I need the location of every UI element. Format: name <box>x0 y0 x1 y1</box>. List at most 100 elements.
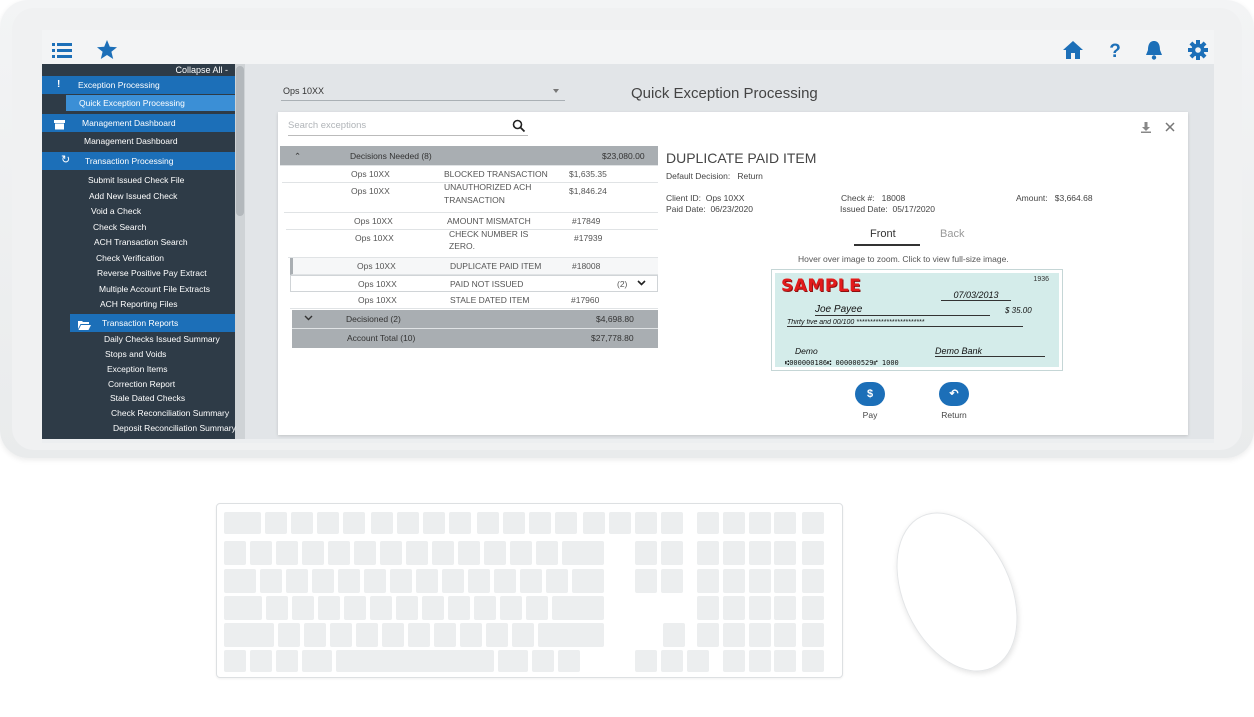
return-arrow-icon[interactable]: ↶ <box>939 382 969 406</box>
scrollbar-thumb[interactable] <box>236 66 244 216</box>
keyboard-key <box>224 512 261 534</box>
keyboard-key <box>723 623 745 647</box>
field-label: Check #: <box>841 193 875 203</box>
sidebar-section-transaction-processing[interactable]: ↻ Transaction Processing <box>42 152 235 170</box>
decisions-needed-header[interactable]: ⌃ Decisions Needed (8) $23,080.00 <box>280 146 658 166</box>
field-label: Issued Date: <box>840 204 888 214</box>
account-select[interactable]: Ops 10XX <box>281 82 565 101</box>
row-account: Ops 10XX <box>354 216 393 226</box>
keyboard-key <box>224 569 256 593</box>
keyboard-key <box>609 512 631 534</box>
group-label: Decisions Needed (8) <box>350 151 432 161</box>
pay-label: Pay <box>862 410 878 420</box>
keyboard-key <box>423 512 445 534</box>
keyboard-key <box>503 512 525 534</box>
group-amount: $4,698.80 <box>596 314 634 324</box>
check-number-field: Check #: 18008 <box>841 193 905 203</box>
sidebar-item-quick-exception-processing[interactable]: Quick Exception Processing <box>66 95 235 111</box>
paid-date-field: Paid Date: 06/23/2020 <box>666 204 753 214</box>
row-type-line: ZERO. <box>449 241 475 251</box>
check-image[interactable]: SAMPLE 1936 07/03/2013 Joe Payee $ 35.00… <box>772 270 1062 370</box>
group-amount: $23,080.00 <box>602 151 645 161</box>
keyboard-key <box>802 623 824 647</box>
chevron-up-icon[interactable]: ⌃ <box>294 146 301 166</box>
row-value: #18008 <box>572 261 601 271</box>
tab-front[interactable]: Front <box>870 228 896 240</box>
decisioned-header[interactable]: Decisioned (2) $4,698.80 <box>292 310 658 329</box>
row-value: #17939 <box>574 233 603 243</box>
keyboard-key <box>328 541 350 565</box>
field-label: Default Decision: <box>666 171 731 181</box>
exception-row-selected[interactable]: Ops 10XX DUPLICATE PAID ITEM #18008 <box>290 258 658 275</box>
keyboard-key <box>276 650 298 672</box>
check-amount: $ 35.00 <box>1005 306 1032 315</box>
keyboard-key <box>749 650 771 672</box>
sidebar-section-exception-processing[interactable]: ! Exception Processing <box>42 76 235 94</box>
keyboard-key <box>406 541 428 565</box>
keyboard-key <box>380 541 402 565</box>
tab-back[interactable]: Back <box>940 228 964 240</box>
keyboard-key <box>224 596 262 620</box>
keyboard-key <box>512 623 534 647</box>
keyboard-key <box>318 596 340 620</box>
row-value: #17960 <box>571 295 600 305</box>
exception-row[interactable]: Ops 10XX PAID NOT ISSUED (2) <box>290 275 658 292</box>
keyboard-key <box>555 512 577 534</box>
pay-action[interactable]: $ Pay <box>840 382 900 420</box>
return-action[interactable]: ↶ Return <box>924 382 984 420</box>
download-icon[interactable] <box>1140 120 1152 138</box>
search-input[interactable]: Search exceptions <box>288 116 528 136</box>
keyboard-key <box>749 569 771 593</box>
row-type: STALE DATED ITEM <box>450 295 530 305</box>
sidebar-item-label: Transaction Reports <box>102 318 179 328</box>
row-account: Ops 10XX <box>355 233 394 243</box>
keyboard-key <box>396 596 418 620</box>
exception-detail: DUPLICATE PAID ITEM Default Decision: Re… <box>666 146 1176 426</box>
dollar-icon[interactable]: $ <box>855 382 885 406</box>
sidebar-section-management-dashboard[interactable]: Management Dashboard <box>42 114 235 132</box>
search-icon[interactable] <box>512 119 526 133</box>
chevron-down-icon[interactable] <box>304 310 313 329</box>
bell-icon[interactable] <box>1143 39 1165 61</box>
row-type-line: TRANSACTION <box>444 195 505 205</box>
sidebar-scrollbar[interactable] <box>235 64 245 439</box>
keyboard-key <box>382 623 404 647</box>
row-type: CHECK NUMBER IS ZERO. <box>449 228 528 252</box>
archive-icon <box>54 118 65 130</box>
keyboard-key <box>416 569 438 593</box>
keyboard-key <box>408 623 430 647</box>
keyboard-key <box>477 512 499 534</box>
home-icon[interactable] <box>1062 39 1084 61</box>
exception-row[interactable]: Ops 10XX STALE DATED ITEM #17960 <box>290 292 658 309</box>
keyboard-key <box>292 596 314 620</box>
collapse-all-button[interactable]: Collapse All - <box>42 64 234 76</box>
star-icon[interactable] <box>96 39 118 61</box>
help-icon[interactable]: ? <box>1104 39 1126 61</box>
list-icon[interactable] <box>51 39 73 61</box>
keyboard-key <box>635 650 657 672</box>
exception-row[interactable]: Ops 10XX CHECK NUMBER IS ZERO. #17939 <box>288 228 658 258</box>
sidebar-item-label: Quick Exception Processing <box>79 98 185 108</box>
sidebar-item-label: Submit Issued Check File <box>88 175 185 185</box>
sidebar-item-label: Transaction Processing <box>85 156 174 166</box>
keyboard-key <box>278 623 300 647</box>
keyboard-key <box>276 541 298 565</box>
detail-title: DUPLICATE PAID ITEM <box>666 150 817 166</box>
group-label: Decisioned (2) <box>346 314 401 324</box>
chevron-down-icon[interactable] <box>637 276 646 293</box>
sidebar-section-transaction-reports[interactable]: Transaction Reports <box>70 314 235 332</box>
sidebar-item-label: Management Dashboard <box>84 136 178 146</box>
return-label: Return <box>941 410 967 420</box>
keyboard-key <box>498 650 528 672</box>
exception-row[interactable]: Ops 10XX UNAUTHORIZED ACH TRANSACTION $1,… <box>284 182 658 213</box>
keyboard-key <box>250 650 272 672</box>
gear-icon[interactable] <box>1187 39 1209 61</box>
keyboard-key <box>302 650 332 672</box>
issued-date-field: Issued Date: 05/17/2020 <box>840 204 935 214</box>
close-icon[interactable] <box>1164 120 1176 138</box>
keyboard-key <box>474 596 496 620</box>
refresh-icon: ↻ <box>61 154 71 166</box>
sidebar-item-label: Reverse Positive Pay Extract <box>97 268 207 278</box>
keyboard-key <box>558 650 580 672</box>
total-label: Account Total (10) <box>347 333 416 343</box>
